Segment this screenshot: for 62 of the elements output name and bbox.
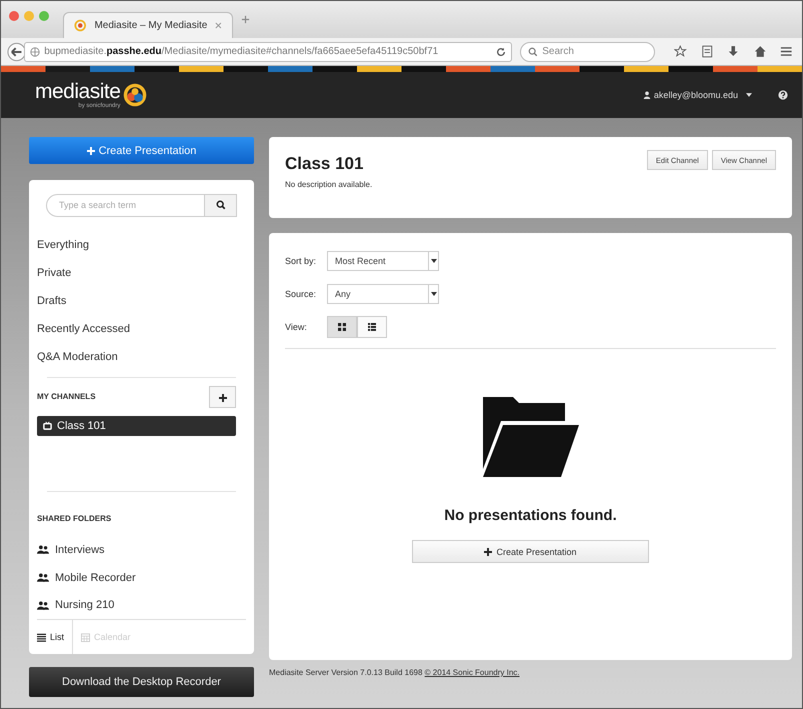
channel-title: Class 101: [285, 154, 364, 174]
plus-icon: [218, 394, 226, 402]
sidebar-item[interactable]: Drafts: [29, 286, 254, 315]
search-icon: [528, 46, 538, 56]
sidebar-item[interactable]: Recently Accessed: [29, 314, 254, 343]
download-icon[interactable]: [727, 45, 740, 58]
add-channel-button[interactable]: [209, 386, 236, 408]
url-field[interactable]: bupmediasite.passhe.edu/Mediasite/mymediasite#channels/fa665aee5efa45119c50bf71: [24, 42, 512, 62]
list-icon: [368, 323, 376, 331]
reading-list-icon[interactable]: [700, 45, 714, 58]
tv-icon: [43, 421, 52, 430]
section-heading: MY CHANNELS: [37, 392, 96, 402]
menu-icon[interactable]: [780, 45, 793, 58]
version-text: Mediasite Server Version 7.0.13 Build 1698: [269, 668, 422, 677]
people-icon: [37, 600, 49, 610]
grid-icon: [338, 323, 346, 331]
download-recorder-button[interactable]: Download the Desktop Recorder: [29, 667, 254, 697]
sidebar-item[interactable]: Everything: [29, 230, 254, 259]
view-label: View:: [285, 322, 308, 332]
plus-icon: [484, 548, 492, 556]
reload-icon[interactable]: [496, 46, 506, 56]
channel-description: No description available.: [285, 180, 374, 189]
section-heading: SHARED FOLDERS: [37, 514, 112, 524]
user-menu[interactable]: akelley@bloomu.edu: [642, 90, 752, 100]
create-presentation-button[interactable]: Create Presentation: [412, 540, 649, 563]
shared-folder-item[interactable]: Nursing 210: [29, 592, 254, 620]
source-label: Source:: [285, 289, 318, 299]
search-icon: [216, 200, 226, 210]
create-presentation-button[interactable]: Create Presentation: [29, 137, 254, 164]
browser-tab[interactable]: Mediasite – My Mediasite: [63, 12, 233, 38]
calendar-icon: [81, 632, 90, 642]
people-icon: [37, 545, 49, 554]
close-window-icon[interactable]: [9, 10, 19, 20]
list-icon: [37, 632, 46, 642]
logo-text: mediasite: [35, 81, 120, 102]
empty-message: No presentations found.: [444, 507, 617, 524]
list-view-button[interactable]: [357, 316, 387, 338]
globe-icon: [30, 46, 40, 56]
sort-dropdown[interactable]: Most Recent: [327, 251, 439, 271]
sort-label: Sort by:: [285, 256, 318, 266]
caret-icon: [430, 292, 436, 296]
shared-folder-item[interactable]: Interviews: [29, 536, 254, 564]
people-icon: [37, 573, 49, 582]
channel-item[interactable]: Class 101: [37, 416, 236, 436]
view-tab[interactable]: List: [37, 620, 74, 654]
help-icon[interactable]: [778, 90, 788, 100]
sidebar-item[interactable]: Private: [29, 258, 254, 287]
search-button[interactable]: [205, 194, 237, 217]
home-icon[interactable]: [754, 45, 766, 58]
browser-search-field[interactable]: Search: [520, 42, 656, 62]
new-tab-icon[interactable]: [241, 15, 250, 24]
sidebar-item[interactable]: Q&A Moderation: [29, 342, 254, 371]
user-icon: [642, 91, 651, 99]
grid-view-button[interactable]: [327, 316, 357, 338]
copyright-link[interactable]: © 2014 Sonic Foundry Inc.: [424, 668, 520, 677]
caret-icon: [746, 93, 752, 97]
plus-icon: [86, 146, 95, 154]
caret-icon: [430, 259, 436, 263]
bookmark-star-icon[interactable]: [674, 45, 687, 58]
source-dropdown[interactable]: Any: [327, 284, 439, 304]
close-tab-icon[interactable]: [215, 22, 222, 29]
shared-folder-item[interactable]: Mobile Recorder: [29, 564, 254, 592]
